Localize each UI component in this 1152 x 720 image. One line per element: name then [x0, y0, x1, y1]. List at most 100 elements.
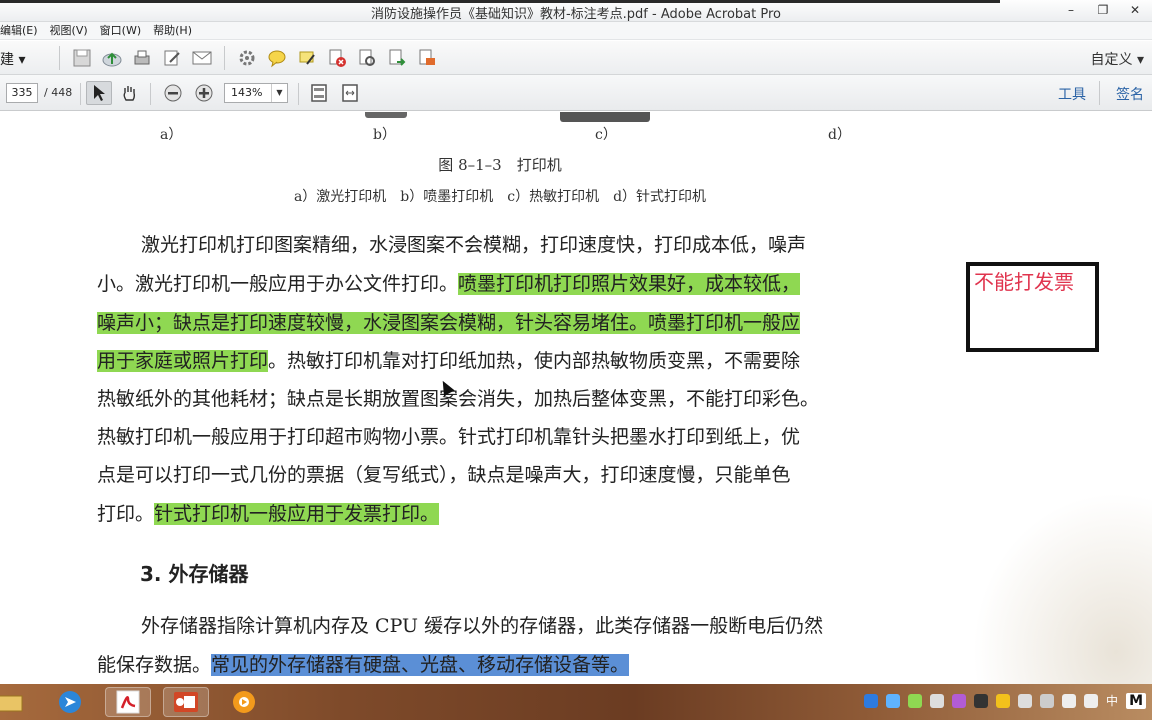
window-title: 消防设施操作员《基础知识》教材-标注考点.pdf - Adobe Acrobat… — [370, 7, 781, 22]
create-menu-button[interactable]: 建 ▾ — [0, 49, 25, 69]
ime-indicator[interactable]: 中 — [1106, 692, 1118, 709]
figure-sublabel: a） — [160, 127, 183, 143]
annotation-textbox[interactable]: 不能打发票 — [966, 262, 1099, 352]
acrobat-icon[interactable] — [105, 687, 151, 717]
powerpoint-icon[interactable] — [163, 687, 209, 717]
save-icon[interactable] — [70, 46, 94, 70]
figure-sublabel: c） — [595, 127, 617, 143]
display-icon[interactable] — [974, 693, 989, 708]
page-texture — [972, 492, 1152, 684]
wifi-icon[interactable] — [1062, 693, 1077, 708]
paragraph-line: 热敏纸外的其他耗材；缺点是长期放置图案会消失，加热后整体变黑，不能打印彩色。 — [97, 388, 820, 410]
text-run: 。热敏打印机靠对打印纸加热，使内部热敏物质变黑，不需要除 — [268, 350, 801, 372]
navigation-toolbar: 335 / 448 143% ▼ 工具 签名 — [0, 75, 1152, 111]
export-icon[interactable] — [385, 46, 409, 70]
tools-pane-link[interactable]: 工具 — [1058, 84, 1086, 104]
close-button[interactable]: ✕ — [1126, 2, 1144, 18]
nav-divider — [298, 83, 299, 105]
zoom-select[interactable]: 143% ▼ — [224, 83, 288, 103]
comment-icon[interactable] — [265, 46, 289, 70]
delete-icon[interactable] — [325, 46, 349, 70]
taskbar: 中 M — [0, 684, 1152, 720]
zoom-value: 143% — [231, 86, 263, 99]
figure-image-fragment — [365, 112, 407, 118]
restore-button[interactable]: ❐ — [1094, 2, 1112, 18]
flag-icon[interactable] — [1040, 693, 1055, 708]
menu-bar: 编辑(E) 视图(V) 窗口(W) 帮助(H) — [0, 22, 1152, 40]
volume-icon[interactable] — [1084, 693, 1099, 708]
paragraph-line: 热敏打印机一般应用于打印超市购物小票。针式打印机靠针头把墨水打印到纸上，优 — [97, 426, 801, 448]
chevron-down-icon[interactable]: ▼ — [271, 84, 287, 102]
select-tool-button[interactable] — [86, 81, 112, 105]
figure-sublabel: b） — [373, 127, 396, 143]
media-icon[interactable] — [221, 687, 267, 717]
nav-divider — [150, 83, 151, 105]
annotation-text: 不能打发票 — [974, 270, 1074, 294]
highlighted-text: 常见的外存储器有硬盘、光盘、移动存储设备等。 — [211, 654, 630, 676]
title-bar: 消防设施操作员《基础知识》教材-标注考点.pdf - Adobe Acrobat… — [0, 0, 1152, 22]
text-run: 打印。 — [97, 503, 155, 525]
page-number-input[interactable]: 335 — [6, 83, 38, 103]
zoom-in-button[interactable] — [191, 81, 217, 105]
hand-tool-button[interactable] — [116, 81, 142, 105]
window-controls: – ❐ ✕ — [1062, 2, 1144, 18]
print-icon[interactable] — [130, 46, 154, 70]
zoom-out-button[interactable] — [160, 81, 186, 105]
network-icon[interactable] — [864, 693, 879, 708]
security-icon[interactable] — [908, 693, 923, 708]
zoom-in-icon — [195, 84, 213, 102]
nav-divider — [1099, 81, 1100, 105]
paragraph-line: 用于家庭或照片打印。热敏打印机靠对打印纸加热，使内部热敏物质变黑，不需要除 — [97, 346, 907, 376]
system-tray: 中 M — [864, 692, 1146, 709]
paragraph-line: 噪声小；缺点是打印速度较慢，水浸图案会模糊，针头容易堵住。喷墨打印机一般应 — [97, 308, 907, 338]
protect-icon[interactable] — [355, 46, 379, 70]
customize-menu[interactable]: 自定义 ▾ — [1091, 49, 1144, 69]
toolbar-divider — [224, 46, 225, 70]
manager-icon[interactable] — [996, 693, 1011, 708]
menu-view[interactable]: 视图(V) — [50, 22, 88, 39]
fit-width-icon — [342, 84, 358, 102]
paragraph-line: 打印。针式打印机一般应用于发票打印。 — [97, 499, 907, 529]
sign-pane-link[interactable]: 签名 — [1116, 84, 1144, 104]
cloud-icon[interactable] — [886, 693, 901, 708]
fit-page-button[interactable] — [306, 81, 332, 105]
redact-icon[interactable] — [415, 46, 439, 70]
main-toolbar: 建 ▾ 自定义 ▾ — [0, 41, 1152, 75]
usb-icon[interactable] — [1018, 693, 1033, 708]
figure-title: 图 8–1–3 打印机 — [438, 156, 562, 174]
paragraph-line: 外存储器指除计算机内存及 CPU 缓存以外的存储器，此类存储器一般断电后仍然 — [141, 615, 824, 637]
highlighted-text: 针式打印机一般应用于发票打印。 — [154, 503, 440, 525]
highlight-icon[interactable] — [295, 46, 319, 70]
paragraph-line: 小。激光打印机一般应用于办公文件打印。喷墨打印机打印照片效果好，成本较低， — [97, 269, 907, 299]
browser-icon[interactable] — [47, 687, 93, 717]
menu-help[interactable]: 帮助(H) — [153, 22, 192, 39]
paragraph-line: 激光打印机打印图案精细，水浸图案不会模糊，打印速度快，打印成本低，噪声 — [141, 234, 807, 256]
section-heading: 3. 外存储器 — [140, 562, 249, 586]
menu-window[interactable]: 窗口(W) — [100, 22, 141, 39]
menu-edit[interactable]: 编辑(E) — [0, 22, 38, 39]
figure-sublabel: d） — [828, 127, 851, 143]
figure-caption: a）激光打印机 b）喷墨打印机 c）热敏打印机 d）针式打印机 — [293, 189, 707, 205]
record-icon[interactable] — [930, 693, 945, 708]
nav-divider — [80, 83, 81, 105]
hand-icon — [123, 86, 136, 101]
settings-icon[interactable] — [235, 46, 259, 70]
fit-page-icon — [311, 84, 327, 102]
app-tray-icon[interactable] — [952, 693, 967, 708]
ime-mode[interactable]: M — [1126, 692, 1146, 709]
document-view[interactable]: a） b） c） d） 图 8–1–3 打印机 a）激光打印机 b）喷墨打印机 … — [0, 112, 1152, 684]
folder-icon[interactable] — [0, 687, 32, 717]
toolbar-icons — [55, 46, 439, 70]
figure-image-fragment — [560, 112, 650, 122]
edit-icon[interactable] — [160, 46, 184, 70]
paragraph-line: 点是可以打印一式几份的票据（复写纸式），缺点是噪声大，打印速度慢，只能单色 — [97, 464, 791, 486]
highlighted-text: 噪声小；缺点是打印速度较慢，水浸图案会模糊，针头容易堵住。喷墨打印机一般应 — [97, 312, 801, 334]
toolbar-divider — [59, 46, 60, 70]
minimize-button[interactable]: – — [1062, 2, 1080, 18]
mail-icon[interactable] — [190, 46, 214, 70]
text-run: 能保存数据。 — [97, 654, 212, 676]
paragraph-line: 能保存数据。常见的外存储器有硬盘、光盘、移动存储设备等。 — [97, 650, 907, 680]
fit-width-button[interactable] — [337, 81, 363, 105]
upload-icon[interactable] — [100, 46, 124, 70]
page-total: / 448 — [44, 86, 73, 99]
